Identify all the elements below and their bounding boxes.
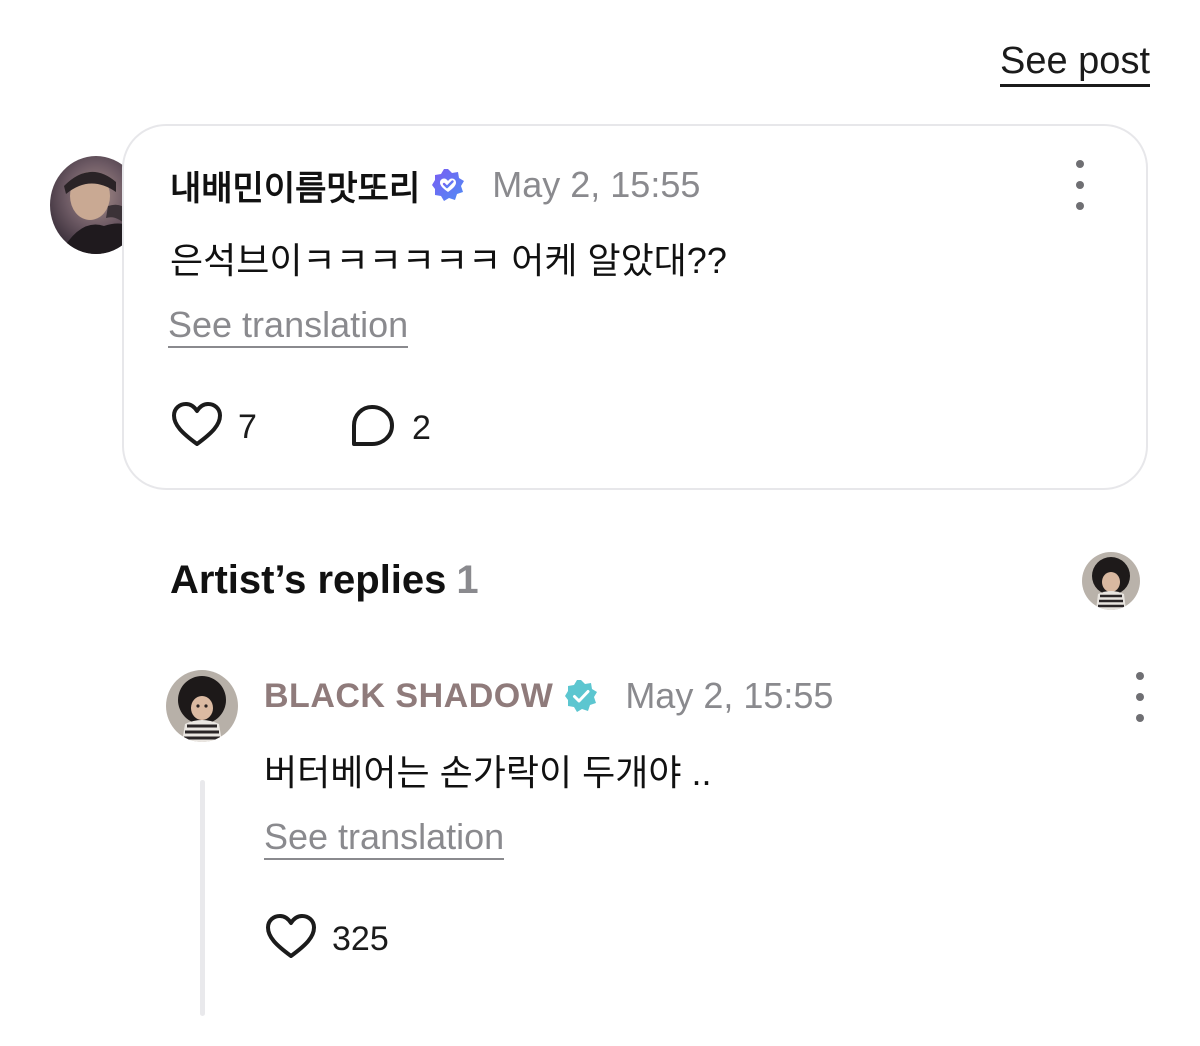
artist-replies-title: Artist’s replies: [170, 558, 447, 602]
reply-like-button[interactable]: 325: [264, 912, 389, 967]
reply-thread-line: [200, 780, 205, 1016]
comment-more-options-icon[interactable]: [1070, 160, 1090, 210]
see-post-link[interactable]: See post: [1000, 38, 1150, 87]
comment-like-count: 7: [238, 407, 257, 446]
artist-replies-heading: Artist’s replies 1: [170, 558, 479, 603]
reply-more-options-icon[interactable]: [1130, 672, 1150, 722]
reply-see-translation-link[interactable]: See translation: [264, 816, 505, 860]
artist-username[interactable]: BLACK SHADOW: [264, 677, 553, 716]
reply-timestamp: May 2, 15:55: [625, 675, 834, 716]
verified-fan-icon: [430, 167, 466, 203]
heart-icon: [170, 400, 224, 455]
artist-avatar-small[interactable]: [1082, 552, 1140, 610]
comment-text: 은석브이ㅋㅋㅋㅋㅋㅋ 어케 알았대??: [170, 240, 727, 281]
comment-see-translation-link[interactable]: See translation: [168, 304, 409, 348]
artist-replies-count: 1: [456, 558, 479, 602]
verified-artist-icon: [563, 678, 599, 714]
comment-timestamp: May 2, 15:55: [492, 164, 701, 205]
comment-reply-button[interactable]: 2: [348, 404, 431, 452]
reply-meta: BLACK SHADOW May 2, 15:55: [264, 672, 833, 720]
comment-meta: 내배민이름맛또리 May 2, 15:55: [170, 162, 700, 208]
comment-like-button[interactable]: 7: [170, 400, 257, 455]
reply-text: 버터베어는 손가락이 두개야 ..: [264, 752, 712, 793]
commenter-username[interactable]: 내배민이름맛또리: [170, 161, 420, 210]
artist-avatar[interactable]: [166, 670, 238, 742]
comment-reply-count: 2: [412, 408, 431, 447]
reply-like-count: 325: [332, 919, 389, 958]
comment-bubble-icon: [348, 402, 398, 455]
heart-icon: [264, 912, 318, 967]
